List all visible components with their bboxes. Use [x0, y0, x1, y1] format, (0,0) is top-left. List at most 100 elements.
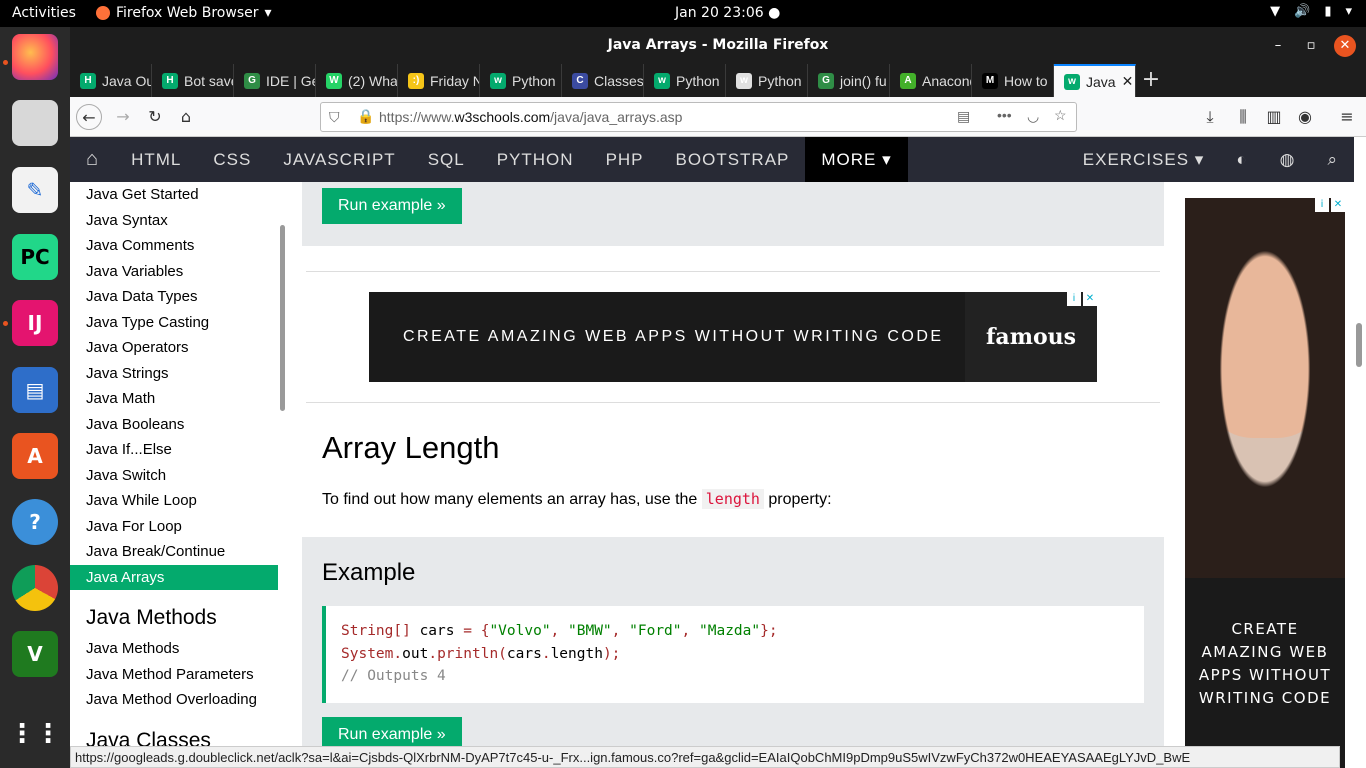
nav-exercises[interactable]: EXERCISES ▾ — [1067, 137, 1221, 182]
run-example-button[interactable]: Run example » — [322, 188, 462, 224]
vim-dock-icon[interactable]: V — [12, 631, 58, 677]
pocket-icon[interactable]: ◡ — [1027, 108, 1039, 125]
writer-dock-icon[interactable]: ▤ — [12, 367, 58, 413]
home-button[interactable]: ⌂ — [173, 104, 199, 130]
browser-tab[interactable]: C Classes — [562, 64, 644, 97]
sidebar-item[interactable]: Java Break/Continue — [70, 539, 278, 565]
sidebar-item[interactable]: Java Type Casting — [70, 310, 278, 336]
browser-tab[interactable]: w Python — [726, 64, 808, 97]
browser-tab[interactable]: Gjoin() fu — [808, 64, 890, 97]
sidebar-item[interactable]: Java If...Else — [70, 437, 278, 463]
sidebar-item[interactable]: Java Methods — [70, 636, 278, 662]
side-ad[interactable]: CREATE AMAZING WEB APPS WITHOUT WRITING … — [1185, 198, 1345, 768]
sidebar-toggle-icon[interactable]: ▥ — [1261, 104, 1287, 130]
back-button[interactable]: ← — [76, 104, 102, 130]
browser-tab[interactable]: M How to — [972, 64, 1054, 97]
browser-tab[interactable]: w Java ✕ — [1054, 64, 1136, 97]
clock[interactable]: Jan 20 23:06 ● — [675, 5, 780, 21]
chrome-dock-icon[interactable] — [12, 565, 58, 611]
nav-javascript[interactable]: JAVASCRIPT — [267, 137, 411, 182]
home-icon[interactable]: ⌂ — [70, 137, 115, 182]
browser-tab[interactable]: w Python — [480, 64, 562, 97]
tab-label: Friday N — [430, 72, 480, 89]
lock-icon[interactable]: 🔒 — [357, 108, 374, 125]
sidebar-item[interactable]: Java Method Overloading — [70, 687, 278, 713]
browser-tab[interactable]: W (2) What — [316, 64, 398, 97]
ad-info-icon[interactable]: i — [1315, 198, 1329, 212]
tab-favicon-icon: M — [982, 72, 998, 89]
system-tray[interactable]: ▼ 🔊 ▮ ▾ — [1270, 4, 1352, 19]
sidebar-item[interactable]: Java Operators — [70, 335, 278, 361]
sidebar-item[interactable]: Java Syntax — [70, 208, 278, 234]
minimize-button[interactable]: – — [1267, 35, 1289, 57]
text-editor-dock-icon[interactable]: ✎ — [12, 167, 58, 213]
sidebar-item[interactable]: Java Get Started — [70, 182, 278, 208]
ad-close-icon[interactable]: ✕ — [1331, 198, 1345, 212]
close-window-button[interactable]: ✕ — [1334, 35, 1356, 57]
nav-more[interactable]: MORE ▾ — [805, 137, 908, 182]
sidebar-item[interactable]: Java While Loop — [70, 488, 278, 514]
maximize-button[interactable]: ▫ — [1300, 35, 1322, 57]
pycharm-dock-icon[interactable]: PC — [12, 234, 58, 280]
sidebar-item[interactable]: Java Comments — [70, 233, 278, 259]
nav-css[interactable]: CSS — [197, 137, 267, 182]
page-scrollbar[interactable] — [1356, 323, 1362, 367]
divider — [306, 271, 1160, 272]
new-tab-button[interactable]: + — [1136, 64, 1166, 97]
browser-tab[interactable]: w Python — [644, 64, 726, 97]
shield-icon[interactable]: ⛉ — [329, 109, 340, 126]
sidebar-item[interactable]: Java Method Parameters — [70, 662, 278, 688]
nav-bootstrap[interactable]: BOOTSTRAP — [660, 137, 806, 182]
sidebar-item[interactable]: Java Math — [70, 386, 278, 412]
tab-favicon-icon: w — [654, 72, 670, 89]
sidebar-item[interactable]: Java Arrays — [70, 564, 278, 590]
tab-strip: H Java Ou H Bot save G IDE | Ge W (2) What:) Fri… — [70, 64, 1366, 97]
hamburger-menu-icon[interactable]: ≡ — [1334, 104, 1360, 130]
nav-sql[interactable]: SQL — [412, 137, 481, 182]
files-dock-icon[interactable] — [12, 100, 58, 146]
search-icon[interactable]: ⌕ — [1311, 137, 1354, 182]
forward-button[interactable]: → — [110, 104, 136, 130]
page-actions-icon[interactable]: ••• — [997, 107, 1012, 123]
browser-tab[interactable]: :) Friday N — [398, 64, 480, 97]
reader-view-icon[interactable]: ▤ — [957, 108, 970, 125]
nav-python[interactable]: PYTHON — [481, 137, 590, 182]
dark-mode-icon[interactable]: ◐ — [1220, 137, 1263, 182]
app-menu[interactable]: Firefox Web Browser ▾ — [96, 5, 272, 21]
chevron-down-icon: ▾ — [264, 5, 272, 21]
ad-close-icon[interactable]: ✕ — [1083, 292, 1097, 306]
help-dock-icon[interactable]: ? — [12, 499, 58, 545]
sidebar-item[interactable]: Java Booleans — [70, 412, 278, 438]
browser-tab[interactable]: G IDE | Ge — [234, 64, 316, 97]
sidebar-item[interactable]: Java Variables — [70, 259, 278, 285]
notification-dot-icon: ● — [768, 5, 781, 21]
sidebar-item[interactable]: Java Switch — [70, 463, 278, 489]
code-line: String[] cars = {"Volvo", "BMW", "Ford",… — [341, 623, 778, 639]
close-tab-icon[interactable]: ✕ — [1122, 73, 1134, 90]
intellij-dock-icon[interactable]: IJ — [12, 300, 58, 346]
browser-tab[interactable]: H Java Ou — [70, 64, 152, 97]
sidebar-item[interactable]: Java Strings — [70, 361, 278, 387]
software-dock-icon[interactable]: A — [12, 433, 58, 479]
firefox-dock-icon[interactable] — [12, 34, 58, 80]
show-apps-icon[interactable]: ⋮⋮ — [9, 711, 61, 757]
sidebar-item[interactable]: Java Data Types — [70, 284, 278, 310]
ad-photo-hair — [1185, 198, 1345, 578]
account-icon[interactable]: ◉ — [1292, 104, 1318, 130]
tab-label: Python — [758, 72, 802, 89]
browser-tab[interactable]: A Anacond — [890, 64, 972, 97]
sidebar-item[interactable]: Java For Loop — [70, 514, 278, 540]
url-bar[interactable]: ⛉ 🔒 https://www.w3schools.com/java/java_… — [320, 102, 1077, 132]
bookmark-star-icon[interactable]: ☆ — [1054, 107, 1067, 124]
browser-tab[interactable]: H Bot save — [152, 64, 234, 97]
globe-icon[interactable]: ◍ — [1264, 137, 1312, 182]
reload-button[interactable]: ↻ — [142, 104, 168, 130]
banner-ad[interactable]: CREATE AMAZING WEB APPS WITHOUT WRITING … — [369, 292, 1097, 382]
downloads-icon[interactable]: ⤓ — [1197, 104, 1223, 130]
library-icon[interactable]: ⫼ — [1230, 104, 1256, 130]
nav-html[interactable]: HTML — [115, 137, 197, 182]
sidebar-scrollbar[interactable] — [280, 225, 285, 411]
activities-button[interactable]: Activities — [12, 5, 76, 21]
nav-php[interactable]: PHP — [590, 137, 660, 182]
ad-info-icon[interactable]: i — [1067, 292, 1081, 306]
